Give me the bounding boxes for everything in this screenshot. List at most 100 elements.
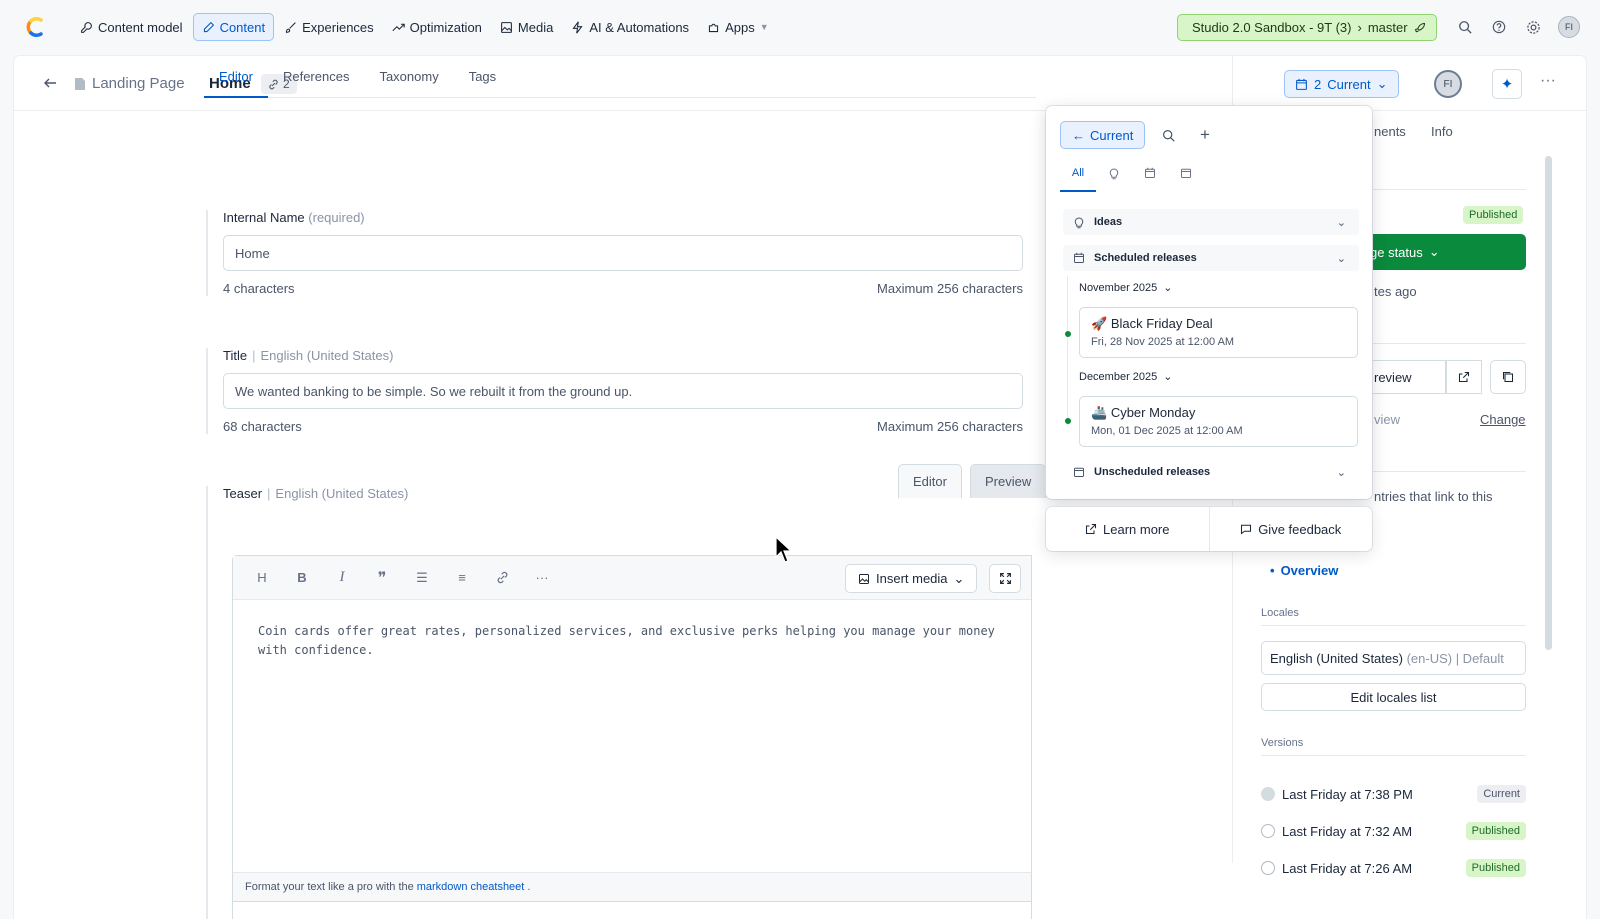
version-badge: Published [1465,822,1526,840]
calendar-icon [1074,467,1084,477]
markdown-editor-tab[interactable]: Editor [898,464,962,498]
incoming-links-text: ntries that link to this [1374,489,1493,504]
ideas-group-header[interactable]: Ideas ⌄ [1063,209,1359,235]
fullscreen-icon[interactable] [989,564,1021,593]
nav-media[interactable]: Media [492,13,561,41]
tab-info[interactable]: Info [1431,124,1453,139]
change-preview-link[interactable]: Change [1480,412,1526,427]
bullet: • [1270,563,1275,578]
tab-tags[interactable]: Tags [454,67,511,97]
insert-media-label: Insert media [876,571,948,586]
nav-apps[interactable]: Apps ▼ [699,13,777,41]
external-link-icon [1085,523,1097,535]
tab-editor[interactable]: Editor [204,67,268,98]
nav-content-model[interactable]: Content model [72,13,191,41]
markdown-toolbar: H B I ❞ ☰ ≡ ··· Insert media ⌄ [233,556,1031,600]
space-environment-switcher[interactable]: Studio 2.0 Sandbox - 9T (3) › master [1177,14,1437,41]
sidebar-scrollbar[interactable] [1545,156,1552,650]
markdown-mode-tabs: Editor Preview [898,464,1047,498]
filter-ideas-bulb-icon[interactable] [1096,164,1132,192]
chevron-down-icon: ⌄ [1428,244,1440,259]
italic-icon[interactable]: I [325,565,359,591]
unscheduled-group-header[interactable]: Unscheduled releases ⌄ [1063,459,1359,485]
scheduled-group-header[interactable]: Scheduled releases ⌄ [1063,245,1359,271]
release-date: Mon, 01 Dec 2025 at 12:00 AM [1091,425,1243,437]
link-icon[interactable] [485,565,519,591]
heading-icon[interactable]: H [245,565,279,591]
change-status-button[interactable]: ge status ⌄ [1346,234,1526,270]
locales-heading: Locales [1261,607,1299,619]
gear-icon[interactable] [1524,18,1542,36]
markdown-help-footer: Format your text like a pro with the mar… [232,872,1032,902]
version-item[interactable]: Last Friday at 7:38 PM Current [1261,785,1526,803]
back-to-current-button[interactable]: ← Current [1060,121,1146,149]
arrow-left-icon: ← [1072,127,1085,143]
tab-references[interactable]: References [268,67,364,97]
filter-all[interactable]: All [1060,164,1096,192]
ideas-label: Ideas [1094,216,1123,228]
title-label: Title [223,348,248,363]
back-arrow-icon[interactable] [42,75,60,93]
search-icon[interactable] [1456,18,1474,36]
external-link-icon[interactable] [1446,360,1482,394]
copy-icon[interactable] [1490,360,1526,394]
month-header[interactable]: December 2025 ⌄ [1079,370,1173,384]
insert-media-button[interactable]: Insert media ⌄ [845,564,978,593]
last-saved-text: tes ago [1374,284,1417,299]
title-input[interactable]: We wanted banking to be simple. So we re… [223,373,1023,409]
versions-heading: Versions [1261,737,1304,749]
month-header[interactable]: November 2025 ⌄ [1079,281,1173,295]
releases-popover-footer: Learn more Give feedback [1046,507,1372,551]
more-formatting-icon[interactable]: ··· [525,565,559,591]
plus-icon[interactable]: + [1196,125,1214,144]
contentful-logo[interactable] [23,15,47,39]
markdown-preview-tab[interactable]: Preview [969,464,1047,498]
filter-unscheduled-calendar-icon[interactable] [1168,164,1204,192]
search-icon[interactable] [1159,126,1177,144]
image-icon [501,21,512,33]
markdown-editor: H B I ❞ ☰ ≡ ··· Insert media ⌄ Coin card… [232,555,1032,919]
edit-locales-button[interactable]: Edit locales list [1261,683,1526,711]
give-feedback-button[interactable]: Give feedback [1208,507,1373,551]
incoming-link-item[interactable]: • Overview [1270,563,1338,578]
user-avatar[interactable]: FI [1558,16,1580,38]
open-preview-button[interactable]: review [1360,360,1446,394]
field-label: Title | English (United States) [223,348,394,363]
incoming-link-label: Overview [1280,563,1339,578]
version-item[interactable]: Last Friday at 7:26 AM Published [1261,859,1526,877]
status-badge: Published [1463,206,1524,224]
learn-more-button[interactable]: Learn more [1046,507,1209,551]
tab-comments[interactable]: nents [1374,124,1406,139]
bullet-list-icon[interactable]: ☰ [405,565,439,591]
version-radio[interactable] [1261,861,1275,875]
entry-tabs: Editor References Taxonomy Tags [204,67,1036,98]
nav-optimization[interactable]: Optimization [384,13,490,41]
nav-experiences[interactable]: Experiences [276,13,382,41]
nav-content[interactable]: Content [192,13,275,41]
version-item[interactable]: Last Friday at 7:32 AM Published [1261,822,1526,840]
internal-name-input[interactable]: Home [223,235,1023,271]
give-feedback-label: Give feedback [1258,521,1342,537]
version-label: Last Friday at 7:38 PM [1282,786,1413,802]
tab-taxonomy[interactable]: Taxonomy [364,67,453,97]
filter-scheduled-calendar-icon[interactable] [1132,164,1168,192]
release-card[interactable]: 🚢 Cyber Monday Mon, 01 Dec 2025 at 12:00… [1079,396,1358,447]
nav-ai-automations[interactable]: AI & Automations [563,13,697,41]
chevron-down-icon: ⌄ [1163,282,1173,294]
teaser-label: Teaser [223,486,263,501]
version-radio[interactable] [1261,824,1275,838]
numbered-list-icon[interactable]: ≡ [445,565,479,591]
release-card[interactable]: 🚀 Black Friday Deal Fri, 28 Nov 2025 at … [1079,307,1358,358]
markdown-cheatsheet-link[interactable]: markdown cheatsheet [417,881,525,893]
footer-text: Format your text like a pro with the [245,881,414,893]
breadcrumb-content-type[interactable]: Landing Page [74,75,185,92]
help-icon[interactable] [1490,18,1508,36]
quote-icon[interactable]: ❞ [365,565,399,591]
locale-code: (en-US) | Default [1406,650,1504,666]
version-badge: Published [1465,859,1526,877]
preview-label: review [1374,369,1412,385]
bold-icon[interactable]: B [285,565,319,591]
teaser-textarea[interactable]: Coin cards offer great rates, personaliz… [233,600,1031,682]
chevron-down-icon: ⌄ [1336,252,1346,265]
version-radio[interactable] [1261,787,1275,801]
